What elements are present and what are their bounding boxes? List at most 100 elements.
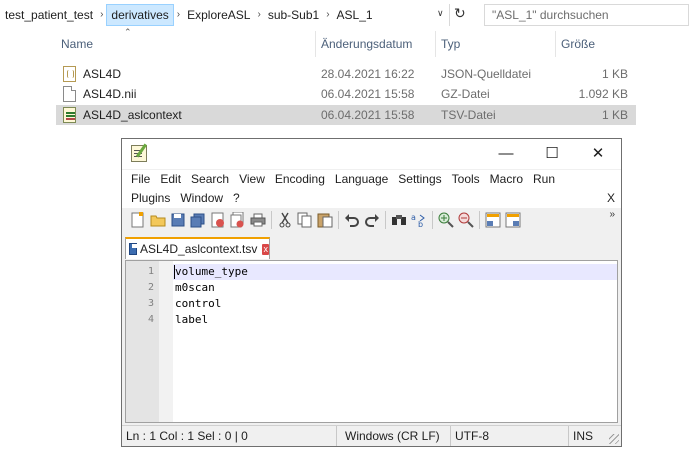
sync-scroll-icon[interactable]	[483, 210, 503, 230]
new-file-icon[interactable]	[128, 210, 148, 230]
column-header-type[interactable]: Typ	[436, 31, 556, 57]
code-line[interactable]: label	[175, 312, 208, 328]
line-number: 4	[147, 314, 154, 325]
refresh-icon[interactable]: ↻	[454, 5, 466, 22]
breadcrumb-item-test-patient-test[interactable]: test_patient_test	[1, 5, 97, 25]
line-number: 1	[147, 266, 154, 277]
redo-icon[interactable]	[362, 210, 382, 230]
notepad-title-bar[interactable]: — ☐ ✕	[122, 139, 621, 169]
menu-tools[interactable]: Tools	[447, 170, 485, 189]
breadcrumb-item-derivatives[interactable]: derivatives	[106, 4, 174, 26]
breadcrumb-item-exploreasl[interactable]: ExploreASL	[183, 5, 254, 25]
breadcrumb-item-asl-1[interactable]: ASL_1	[333, 5, 377, 25]
file-name[interactable]: ASL4D.nii	[83, 84, 136, 104]
save-state-icon	[129, 243, 138, 255]
code-line[interactable]: volume_type	[175, 264, 248, 280]
line-number-gutter: 1 2 3 4	[126, 261, 173, 422]
code-line[interactable]: m0scan	[175, 280, 215, 296]
file-type: GZ-Datei	[441, 87, 490, 101]
menu-help[interactable]: ?	[228, 189, 245, 208]
search-box[interactable]	[484, 4, 689, 26]
menu-bar-row2: Plugins Window ? X	[122, 189, 621, 208]
toolbar-separator	[385, 211, 386, 229]
menu-plugins[interactable]: Plugins	[126, 189, 175, 208]
file-row[interactable]: ASL4D 28.04.2021 16:22 JSON-Quelldatei 1…	[56, 64, 636, 84]
cut-icon[interactable]	[275, 210, 295, 230]
menu-settings[interactable]: Settings	[393, 170, 446, 189]
status-encoding[interactable]: UTF-8	[451, 426, 569, 446]
save-icon[interactable]	[168, 210, 188, 230]
search-input[interactable]	[485, 5, 688, 25]
close-document-button[interactable]: X	[607, 189, 615, 208]
file-name[interactable]: ASL4D	[83, 64, 121, 84]
maximize-button[interactable]: ☐	[529, 139, 575, 169]
zoom-in-icon[interactable]	[436, 210, 456, 230]
wrap-icon[interactable]	[503, 210, 523, 230]
undo-icon[interactable]	[342, 210, 362, 230]
menu-window[interactable]: Window	[175, 189, 228, 208]
chevron-down-icon[interactable]: ∨	[437, 8, 444, 19]
status-insert-mode[interactable]: INS	[569, 426, 609, 446]
address-bar: test_patient_test › derivatives › Explor…	[0, 0, 695, 30]
replace-icon[interactable]: ab	[409, 210, 429, 230]
copy-icon[interactable]	[295, 210, 315, 230]
file-type: TSV-Datei	[441, 108, 496, 122]
file-type: JSON-Quelldatei	[441, 67, 532, 81]
menu-bar: File Edit Search View Encoding Language …	[122, 170, 621, 189]
breadcrumb[interactable]: test_patient_test › derivatives › Explor…	[0, 4, 449, 26]
chevron-right-icon[interactable]: ›	[323, 7, 332, 23]
file-name[interactable]: ASL4D_aslcontext	[83, 105, 182, 125]
text-caret	[174, 265, 175, 279]
tsv-file-icon	[63, 107, 76, 123]
toolbar-separator	[271, 211, 272, 229]
save-all-icon[interactable]	[188, 210, 208, 230]
menu-file[interactable]: File	[126, 170, 155, 189]
toolbar: ab »	[122, 208, 621, 232]
close-all-icon[interactable]	[228, 210, 248, 230]
menu-encoding[interactable]: Encoding	[270, 170, 330, 189]
menu-macro[interactable]: Macro	[485, 170, 528, 189]
file-row[interactable]: ASL4D.nii 06.04.2021 15:58 GZ-Datei 1.09…	[56, 84, 636, 104]
close-button[interactable]: ✕	[575, 139, 621, 169]
svg-text:a: a	[411, 213, 416, 222]
toolbar-separator	[338, 211, 339, 229]
toolbar-overflow-icon[interactable]: »	[609, 209, 615, 220]
chevron-right-icon[interactable]: ›	[254, 7, 263, 23]
text-editor[interactable]: 1 2 3 4 volume_type m0scan control label	[125, 260, 618, 423]
tab-aslcontext[interactable]: ASL4D_aslcontext.tsv x	[125, 237, 270, 259]
tab-bar: ASL4D_aslcontext.tsv x	[122, 235, 621, 259]
breadcrumb-item-sub-sub1[interactable]: sub-Sub1	[264, 5, 323, 25]
paste-icon[interactable]	[315, 210, 335, 230]
column-header-name[interactable]: Name	[56, 31, 316, 57]
column-header-date[interactable]: Änderungsdatum	[316, 31, 436, 57]
close-file-icon[interactable]	[208, 210, 228, 230]
minimize-button[interactable]: —	[483, 139, 529, 169]
menu-language[interactable]: Language	[330, 170, 393, 189]
gz-file-icon	[63, 86, 76, 102]
menu-edit[interactable]: Edit	[155, 170, 186, 189]
find-icon[interactable]	[389, 210, 409, 230]
notepad-logo-icon	[131, 145, 147, 162]
menu-view[interactable]: View	[234, 170, 270, 189]
status-bar: Ln : 1 Col : 1 Sel : 0 | 0 Windows (CR L…	[122, 425, 621, 446]
column-header-size[interactable]: Größe	[556, 31, 636, 57]
file-size: 1 KB	[601, 108, 628, 122]
status-position: Ln : 1 Col : 1 Sel : 0 | 0	[122, 426, 337, 446]
file-row-selected[interactable]: ASL4D_aslcontext 06.04.2021 15:58 TSV-Da…	[56, 105, 636, 125]
resize-grip-icon[interactable]	[609, 434, 619, 444]
line-number: 3	[147, 298, 154, 309]
status-eol[interactable]: Windows (CR LF)	[341, 426, 451, 446]
print-icon[interactable]	[248, 210, 268, 230]
file-date: 06.04.2021 15:58	[321, 108, 415, 122]
menu-run[interactable]: Run	[528, 170, 560, 189]
zoom-out-icon[interactable]	[456, 210, 476, 230]
close-tab-icon[interactable]: x	[262, 243, 269, 255]
chevron-right-icon[interactable]: ›	[174, 7, 183, 23]
chevron-right-icon[interactable]: ›	[97, 7, 106, 23]
open-file-icon[interactable]	[148, 210, 168, 230]
tab-label[interactable]: ASL4D_aslcontext.tsv	[140, 242, 257, 256]
sort-ascending-icon: ⌃	[124, 27, 132, 37]
menu-search[interactable]: Search	[186, 170, 234, 189]
code-line[interactable]: control	[175, 296, 221, 312]
fold-margin	[159, 261, 173, 422]
